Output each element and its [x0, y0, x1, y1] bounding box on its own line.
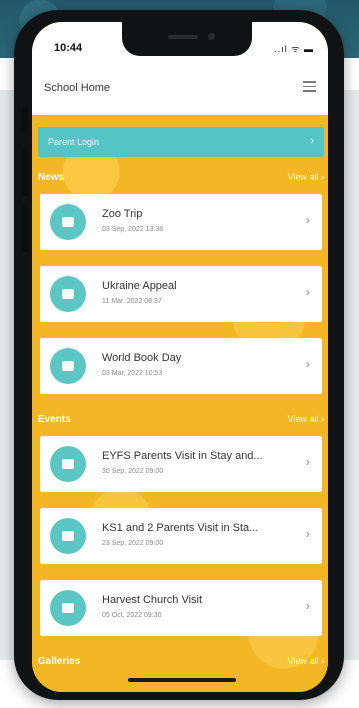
events-view-all-link[interactable]: View all › [288, 414, 324, 424]
news-view-all-link[interactable]: View all › [288, 172, 324, 182]
news-icon [50, 348, 86, 384]
news-icon [50, 276, 86, 312]
galleries-section-title: Galleries [38, 656, 81, 667]
news-item-title: Zoo Trip [102, 208, 143, 220]
event-item[interactable]: Harvest Church Visit 05 Oct, 2022 09:30 … [40, 580, 322, 636]
chevron-right-icon: › [305, 454, 310, 469]
hamburger-menu-icon[interactable] [303, 81, 316, 92]
calendar-icon [50, 446, 86, 482]
news-item[interactable]: Ukraine Appeal 11 Mar, 2022 08:37 › [40, 266, 322, 322]
volume-up-button [22, 150, 28, 196]
app-screen: 10:44 ..ıl ᯤ ▬ School Home Parent Login … [32, 22, 328, 692]
news-item-title: World Book Day [102, 352, 182, 364]
event-item-date: 05 Oct, 2022 09:30 [102, 612, 162, 619]
speaker-grille [168, 35, 198, 39]
event-item[interactable]: EYFS Parents Visit in Stay and... 30 Sep… [40, 436, 322, 492]
chevron-right-icon: › [305, 284, 310, 299]
page-title: School Home [44, 82, 111, 94]
event-item-date: 30 Sep, 2022 09:00 [102, 468, 164, 475]
chevron-right-icon: › [305, 526, 310, 541]
news-item[interactable]: Zoo Trip 03 Sep, 2022 13:38 › [40, 194, 322, 250]
volume-down-button [22, 206, 28, 252]
news-item-date: 03 Sep, 2022 13:38 [102, 226, 164, 233]
app-header: School Home [32, 62, 328, 115]
news-item-date: 03 Mar, 2022 10:53 [102, 370, 163, 377]
parent-login-label: Parent Login [48, 137, 100, 147]
event-item-title: KS1 and 2 Parents Visit in Sta... [102, 522, 259, 534]
news-section-header: News View all › [38, 170, 324, 186]
event-item-title: EYFS Parents Visit in Stay and... [102, 450, 263, 462]
calendar-icon [50, 590, 86, 626]
chevron-right-icon: › [310, 135, 314, 147]
status-icons: ..ıl ᯤ ▬ [274, 44, 314, 54]
events-section-title: Events [38, 414, 71, 425]
news-item[interactable]: World Book Day 03 Mar, 2022 10:53 › [40, 338, 322, 394]
chevron-right-icon: › [305, 356, 310, 371]
home-indicator [128, 678, 236, 682]
status-time: 10:44 [54, 42, 83, 54]
news-section-title: News [38, 172, 65, 183]
galleries-section-header: Galleries View all › [38, 654, 324, 670]
news-icon [50, 204, 86, 240]
event-item-title: Harvest Church Visit [102, 594, 203, 606]
mute-switch [22, 106, 28, 130]
event-item[interactable]: KS1 and 2 Parents Visit in Sta... 23 Sep… [40, 508, 322, 564]
news-item-date: 11 Mar, 2022 08:37 [102, 298, 162, 305]
phone-frame: 10:44 ..ıl ᯤ ▬ School Home Parent Login … [14, 10, 344, 700]
calendar-icon [50, 518, 86, 554]
events-section-header: Events View all › [38, 412, 324, 428]
galleries-view-all-link[interactable]: View all › [288, 656, 324, 666]
chevron-right-icon: › [305, 598, 310, 613]
front-camera [208, 33, 215, 40]
event-item-date: 23 Sep, 2022 09:00 [102, 540, 164, 547]
parent-login-button[interactable]: Parent Login › [38, 127, 324, 157]
news-item-title: Ukraine Appeal [102, 280, 177, 292]
notch [122, 22, 252, 56]
chevron-right-icon: › [305, 212, 310, 227]
